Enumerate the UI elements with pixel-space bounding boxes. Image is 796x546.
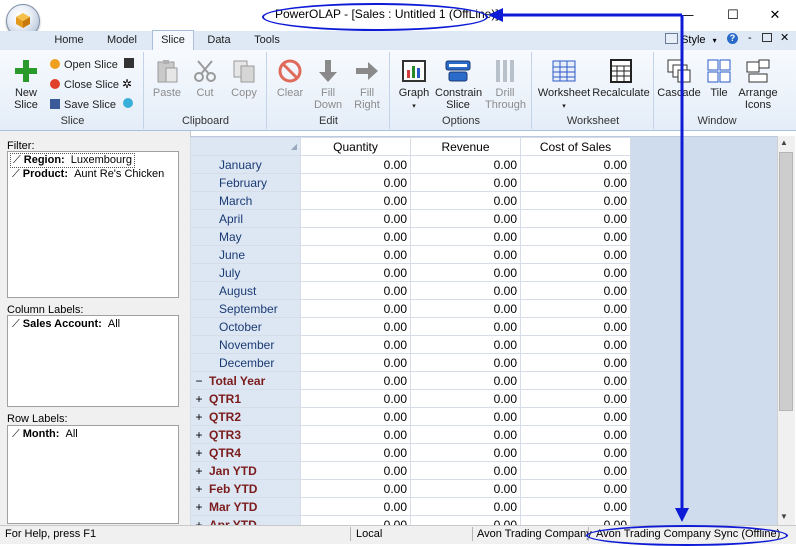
annotation-arrowhead-down bbox=[675, 508, 689, 522]
annotation-arrow bbox=[488, 8, 689, 522]
annotation-arrowhead-left bbox=[488, 8, 503, 22]
